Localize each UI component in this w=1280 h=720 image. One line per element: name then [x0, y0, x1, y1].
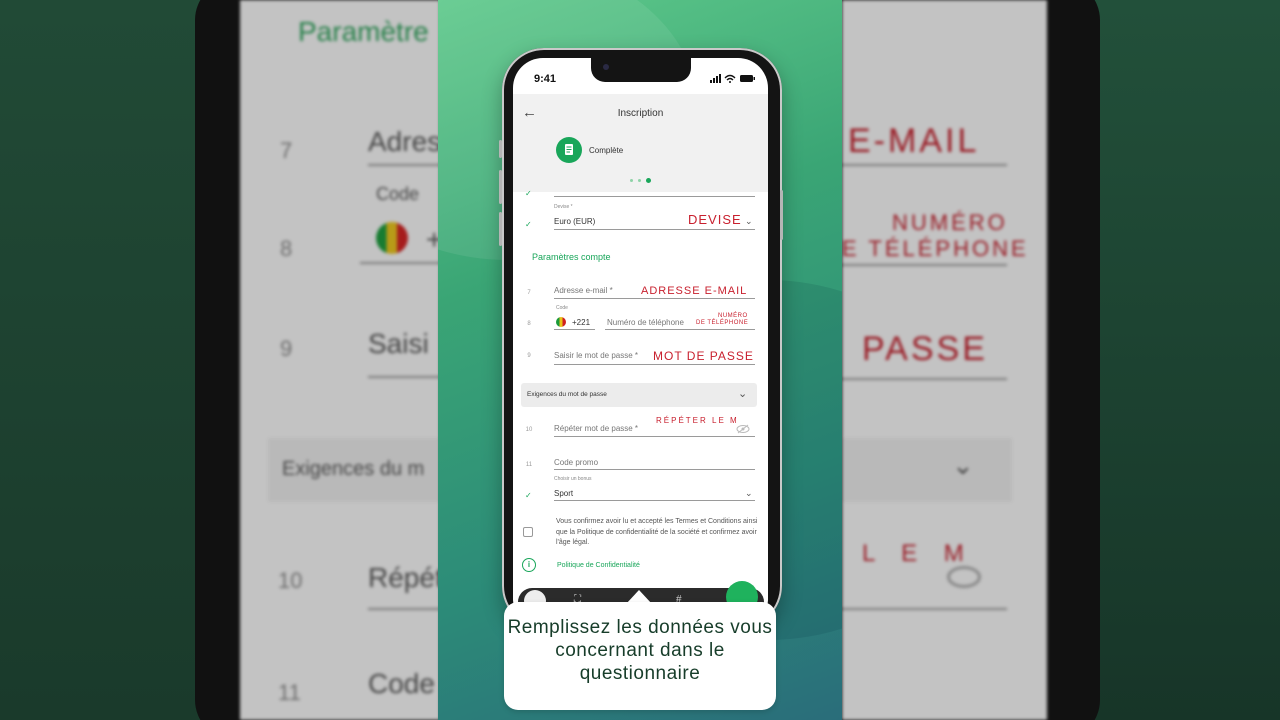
bg-req-box: [842, 438, 1012, 502]
bg-promo-label: Code: [368, 668, 435, 699]
bg-line: [842, 608, 1007, 610]
email-annotation: ADRESSE E-MAIL: [641, 285, 748, 297]
phone-input[interactable]: Numéro de téléphone: [607, 318, 684, 327]
bg-repeat-label: Répét: [368, 562, 440, 593]
video-frame: Paramètre 7 Adres Code 8 + 9 Saisi Exige…: [0, 0, 1280, 720]
bg-section-title: Paramètre: [298, 16, 429, 47]
field-number: 7: [527, 290, 531, 296]
password-annotation: MOT DE PASSE: [653, 349, 754, 363]
bg-email-label: Adres: [368, 126, 440, 157]
senegal-flag-icon: [556, 317, 566, 327]
front-camera: [603, 64, 609, 70]
chevron-down-icon[interactable]: ⌄: [745, 488, 753, 499]
eye-off-icon[interactable]: [736, 424, 750, 434]
bg-flag-icon: [376, 222, 408, 254]
field-underline: [554, 298, 755, 299]
page-title: Inscription: [617, 108, 664, 119]
currency-label: Devise *: [554, 204, 573, 210]
field-underline: [554, 469, 755, 470]
currency-annotation: DEVISE: [688, 212, 742, 227]
bg-email-num: 7: [280, 138, 293, 163]
chevron-down-icon[interactable]: ⌄: [738, 387, 747, 400]
bg-chevron-down-icon: ⌄: [952, 450, 974, 480]
bg-repeat-annotation: L E M: [862, 540, 974, 567]
phone-code-select[interactable]: +221: [572, 318, 590, 327]
bg-req-label: Exigences du m: [282, 458, 425, 480]
status-time: 9:41: [534, 73, 557, 85]
bg-phone-annotation-1: NUMÉRO: [892, 210, 1008, 235]
field-number: 11: [525, 462, 533, 468]
phone-side-button: [499, 140, 502, 158]
terms-checkbox[interactable]: [523, 527, 533, 537]
step-label: Complète: [589, 146, 624, 155]
phone-side-button: [499, 170, 502, 204]
bg-line: [368, 608, 440, 610]
background-screen-right: E-MAIL NUMÉRO E TÉLÉPHONE PASSE ⌄ L E M: [842, 0, 1047, 720]
background-screen-left: Paramètre 7 Adres Code 8 + 9 Saisi Exige…: [240, 0, 440, 720]
password-input[interactable]: Saisir le mot de passe *: [554, 351, 638, 360]
check-icon: ✓: [525, 189, 532, 198]
bonus-select[interactable]: Sport: [554, 489, 573, 498]
field-underline: [554, 329, 595, 330]
section-account-settings: Paramètres compte: [532, 252, 611, 262]
field-underline: [554, 436, 755, 437]
bonus-label: Choisir un bonus: [554, 476, 592, 482]
bg-line: [842, 164, 1007, 166]
check-icon: ✓: [525, 491, 532, 500]
phone-side-button: [499, 212, 502, 246]
step-dot-active: [646, 178, 651, 183]
phone-annotation-line2: DE TÉLÉPHONE: [696, 320, 749, 326]
step-dot: [638, 179, 641, 182]
field-underline: [554, 364, 755, 365]
bg-phone-annotation-2: E TÉLÉPHONE: [842, 236, 1029, 261]
terms-text: Vous confirmez avoir lu et accepté les T…: [556, 518, 758, 546]
bg-code-label: Code: [376, 184, 420, 204]
email-input[interactable]: Adresse e-mail *: [554, 286, 613, 295]
bg-pwd-annotation: PASSE: [862, 330, 988, 368]
bg-line: [368, 164, 440, 166]
bg-phone-num: 8: [280, 236, 293, 261]
field-number: 8: [527, 321, 531, 327]
password-requirements-label: Exigences du mot de passe: [527, 391, 607, 398]
phone-annotation-line1: NUMÉRO: [718, 313, 748, 319]
step-document-icon: [556, 137, 582, 163]
phone-code-label: Code: [556, 305, 568, 311]
bg-email-annotation: E-MAIL: [848, 122, 980, 160]
field-number: 9: [527, 353, 531, 359]
step-dot: [630, 179, 633, 182]
chevron-down-icon[interactable]: ⌄: [745, 216, 753, 227]
bg-repeat-num: 10: [278, 568, 303, 593]
field-underline: [554, 500, 755, 501]
bg-pwd-label: Saisi: [368, 328, 429, 359]
phone-notch: [591, 58, 691, 82]
bg-promo-num: 11: [278, 680, 301, 705]
bg-line: [842, 264, 1007, 266]
currency-select[interactable]: Euro (EUR): [554, 217, 595, 226]
privacy-policy-link[interactable]: Politique de Confidentialité: [557, 562, 640, 569]
phone-side-button: [780, 190, 783, 240]
status-icons: [710, 74, 755, 83]
caption-text: Remplissez les données vous concernant d…: [507, 617, 773, 684]
repeat-password-annotation: RÉPÉTER LE M: [656, 416, 739, 425]
bg-line: [368, 376, 440, 378]
field-number: 10: [525, 427, 533, 433]
bg-line: [360, 262, 440, 264]
info-icon: i: [522, 558, 536, 572]
bg-eye-off-icon: [947, 566, 981, 588]
field-underline: [605, 329, 755, 330]
repeat-password-input[interactable]: Répéter mot de passe *: [554, 424, 638, 433]
bg-line: [842, 378, 1007, 380]
promo-code-input[interactable]: Code promo: [554, 458, 598, 467]
bg-pwd-num: 9: [280, 336, 293, 361]
field-underline: [554, 196, 755, 197]
field-underline: [554, 229, 755, 230]
check-icon: ✓: [525, 220, 532, 229]
